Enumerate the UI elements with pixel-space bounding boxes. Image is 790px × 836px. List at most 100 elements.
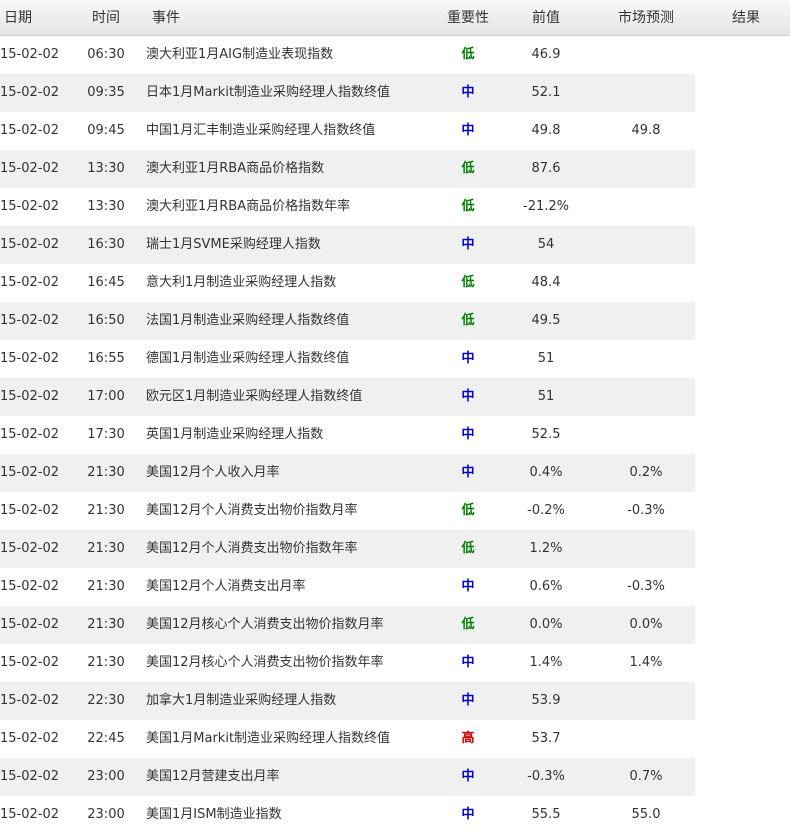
header-result[interactable]: 结果 [710,0,782,36]
cell-previous: 51 [537,389,555,404]
header-event[interactable]: 事件 [152,0,180,36]
cell-result [700,454,790,492]
cell-importance: 高 [461,731,475,746]
cell-event[interactable]: 日本1月Markit制造业采购经理人指数终值 [146,74,436,112]
cell-time: 21:30 [87,617,125,632]
table-row: 15-02-02 16:45 意大利1月制造业采购经理人指数 低 48.4 [0,264,790,302]
cell-time: 21:30 [87,655,125,670]
header-forecast[interactable]: 市场预测 [606,0,686,36]
cell-forecast [606,302,686,340]
header-time[interactable]: 时间 [80,0,132,36]
cell-forecast [606,188,686,226]
cell-forecast [606,74,686,112]
cell-event[interactable]: 美国12月个人消费支出物价指数月率 [146,492,436,530]
table-row: 15-02-02 23:00 美国12月营建支出月率 中 -0.3% 0.7% [0,758,790,796]
cell-importance: 低 [461,199,475,214]
header-date[interactable]: 日期 [4,0,32,36]
header-importance[interactable]: 重要性 [440,0,496,36]
cell-previous: 53.9 [531,693,561,708]
cell-forecast: 0.2% [629,465,663,480]
cell-time: 22:45 [87,731,125,746]
cell-result [700,150,790,188]
table-row: 15-02-02 09:35 日本1月Markit制造业采购经理人指数终值 中 52.1 [0,74,790,112]
cell-forecast [606,150,686,188]
cell-forecast [606,682,686,720]
header-previous[interactable]: 前值 [508,0,584,36]
cell-importance: 低 [461,47,475,62]
cell-event[interactable]: 美国12月营建支出月率 [146,758,436,796]
cell-event[interactable]: 美国12月核心个人消费支出物价指数年率 [146,644,436,682]
cell-event[interactable]: 英国1月制造业采购经理人指数 [146,416,436,454]
table-row: 15-02-02 21:30 美国12月核心个人消费支出物价指数年率 中 1.4% 1.4… [0,644,790,682]
cell-previous: -0.2% [527,503,565,518]
cell-previous: 0.6% [529,579,563,594]
cell-date: 15-02-02 [0,731,60,746]
cell-importance: 中 [461,351,475,366]
cell-forecast: 0.7% [629,769,663,784]
table-row: 15-02-02 23:00 美国1月ISM制造业指数 中 55.5 55.0 [0,796,790,834]
cell-event[interactable]: 美国1月ISM制造业指数 [146,796,436,834]
cell-time: 22:30 [87,693,125,708]
cell-previous: 0.4% [529,465,563,480]
cell-event[interactable]: 瑞士1月SVME采购经理人指数 [146,226,436,264]
cell-time: 13:30 [87,199,125,214]
table-row: 15-02-02 22:30 加拿大1月制造业采购经理人指数 中 53.9 [0,682,790,720]
cell-forecast [606,416,686,454]
cell-event[interactable]: 美国1月Markit制造业采购经理人指数终值 [146,720,436,758]
cell-result [700,758,790,796]
cell-importance: 低 [461,313,475,328]
cell-event[interactable]: 澳大利亚1月RBA商品价格指数年率 [146,188,436,226]
cell-event[interactable]: 美国12月个人消费支出月率 [146,568,436,606]
cell-time: 17:30 [87,427,125,442]
cell-forecast [606,340,686,378]
cell-time: 21:30 [87,541,125,556]
cell-importance: 中 [461,579,475,594]
cell-date: 15-02-02 [0,769,60,784]
cell-time: 21:30 [87,579,125,594]
cell-event[interactable]: 意大利1月制造业采购经理人指数 [146,264,436,302]
cell-time: 09:35 [87,85,125,100]
cell-date: 15-02-02 [0,199,60,214]
cell-time: 13:30 [87,161,125,176]
cell-event[interactable]: 德国1月制造业采购经理人指数终值 [146,340,436,378]
table-row: 15-02-02 17:00 欧元区1月制造业采购经理人指数终值 中 51 [0,378,790,416]
cell-previous: 51 [537,351,555,366]
cell-date: 15-02-02 [0,693,60,708]
table-row: 15-02-02 16:55 德国1月制造业采购经理人指数终值 中 51 [0,340,790,378]
cell-event[interactable]: 美国12月个人收入月率 [146,454,436,492]
cell-event[interactable]: 美国12月核心个人消费支出物价指数月率 [146,606,436,644]
cell-importance: 中 [461,807,475,822]
cell-event[interactable]: 澳大利亚1月AIG制造业表现指数 [146,36,436,74]
cell-result [700,796,790,834]
cell-date: 15-02-02 [0,85,60,100]
cell-event[interactable]: 美国12月个人消费支出物价指数年率 [146,530,436,568]
cell-event[interactable]: 中国1月汇丰制造业采购经理人指数终值 [146,112,436,150]
table-row: 15-02-02 13:30 澳大利亚1月RBA商品价格指数年率 低 -21.2% [0,188,790,226]
cell-importance: 中 [461,123,475,138]
cell-time: 16:50 [87,313,125,328]
cell-date: 15-02-02 [0,275,60,290]
cell-importance: 中 [461,769,475,784]
cell-date: 15-02-02 [0,807,60,822]
cell-event[interactable]: 澳大利亚1月RBA商品价格指数 [146,150,436,188]
table-header: 日期 时间 事件 重要性 前值 市场预测 结果 [0,0,790,36]
cell-result [700,416,790,454]
cell-date: 15-02-02 [0,351,60,366]
cell-importance: 低 [461,161,475,176]
cell-time: 09:45 [87,123,125,138]
cell-result [700,606,790,644]
cell-event[interactable]: 法国1月制造业采购经理人指数终值 [146,302,436,340]
cell-previous: 55.5 [531,807,561,822]
cell-date: 15-02-02 [0,389,60,404]
cell-previous: 52.5 [531,427,561,442]
cell-time: 21:30 [87,465,125,480]
cell-result [700,568,790,606]
cell-importance: 低 [461,503,475,518]
cell-event[interactable]: 欧元区1月制造业采购经理人指数终值 [146,378,436,416]
cell-date: 15-02-02 [0,579,60,594]
cell-previous: 52.1 [531,85,561,100]
cell-date: 15-02-02 [0,47,60,62]
cell-previous: 46.9 [531,47,561,62]
cell-event[interactable]: 加拿大1月制造业采购经理人指数 [146,682,436,720]
table-row: 15-02-02 13:30 澳大利亚1月RBA商品价格指数 低 87.6 [0,150,790,188]
